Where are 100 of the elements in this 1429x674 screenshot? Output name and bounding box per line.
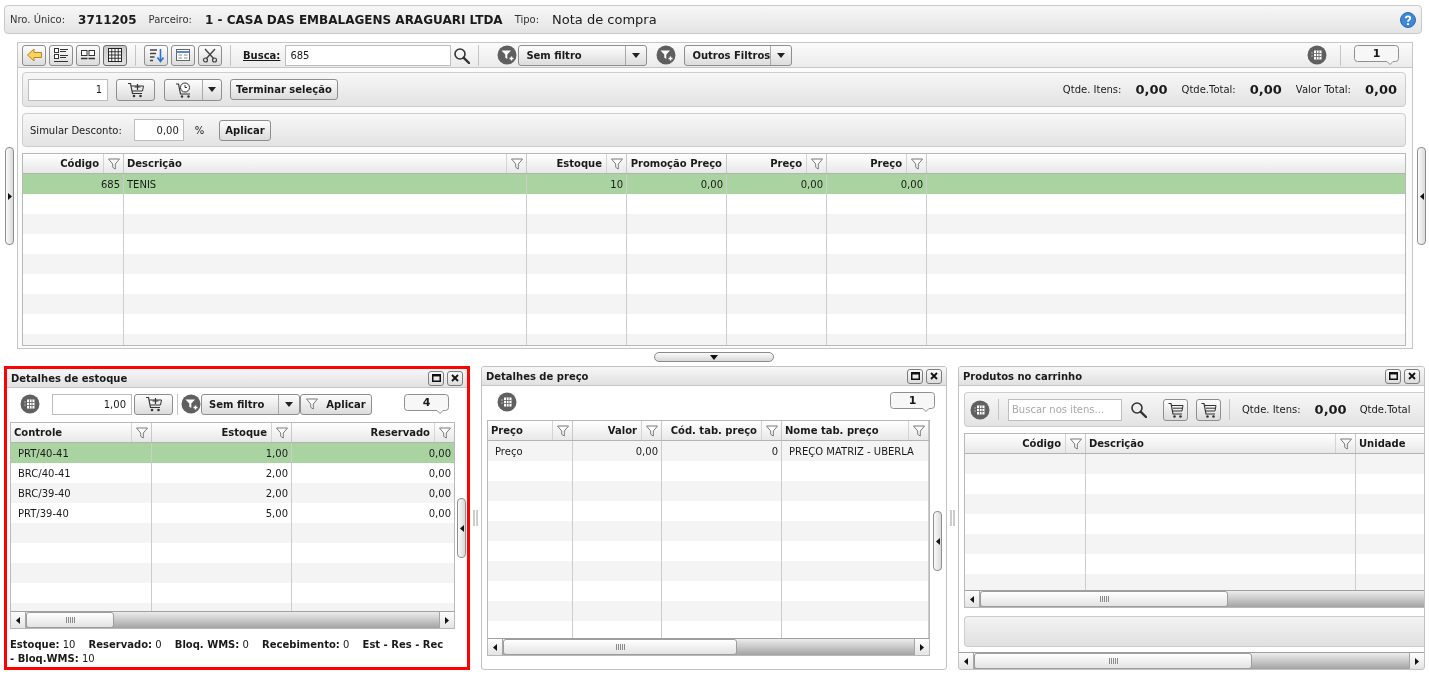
add-to-cart-button[interactable] — [134, 393, 173, 415]
table-row[interactable]: Preço 0,00 0 PREÇO MATRIZ - UBERLA — [488, 441, 929, 461]
scrollbar-thumb[interactable] — [503, 639, 737, 655]
view-mode-button[interactable] — [76, 44, 100, 66]
table-row[interactable]: 685 TENIS 10 0,00 0,00 0,00 — [23, 174, 1405, 194]
cart-button[interactable] — [1196, 398, 1221, 421]
column-header[interactable]: Valor — [573, 421, 662, 440]
view-mode-button[interactable] — [49, 44, 73, 66]
scroll-left-button[interactable] — [488, 639, 503, 655]
scroll-left-button[interactable] — [959, 653, 974, 669]
collapse-handle[interactable] — [654, 352, 774, 362]
scrollbar-thumb[interactable] — [974, 653, 1252, 669]
filter-add-icon[interactable] — [497, 45, 518, 65]
filter-dropdown[interactable]: Sem filtro — [518, 44, 648, 66]
grid-menu-icon[interactable] — [20, 394, 40, 414]
column-header[interactable]: Código — [965, 434, 1086, 453]
column-header[interactable]: Cód. tab. preço — [662, 421, 782, 440]
filter-icon[interactable] — [610, 157, 623, 170]
column-header[interactable]: Preço — [488, 421, 573, 440]
scroll-right-button[interactable] — [914, 639, 929, 655]
column-header[interactable]: Descrição — [1086, 434, 1356, 453]
quantity-input[interactable]: 1,00 — [52, 393, 132, 415]
collapse-handle[interactable] — [1417, 147, 1426, 245]
column-header[interactable]: Preço — [727, 154, 827, 173]
finish-selection-button[interactable]: Terminar seleção — [230, 79, 338, 100]
column-header[interactable]: Reservado — [292, 423, 454, 442]
apply-button[interactable]: Aplicar — [219, 119, 271, 141]
column-header[interactable]: Descrição — [124, 154, 527, 173]
filter-add-icon[interactable] — [181, 394, 201, 414]
filter-icon[interactable] — [912, 424, 925, 437]
field-label: Nro. Único: — [10, 12, 66, 27]
table-cell-text: 0,00 — [428, 506, 452, 521]
filter-icon[interactable] — [765, 424, 778, 437]
filter-icon[interactable] — [556, 424, 569, 437]
horizontal-scrollbar[interactable] — [965, 590, 1424, 607]
grid-menu-icon[interactable] — [970, 399, 990, 420]
table-row[interactable]: PRT/40-41 1,00 0,00 — [11, 443, 454, 463]
column-header[interactable]: Promoção Preço — [627, 154, 727, 173]
filter-icon[interactable] — [510, 157, 523, 170]
filter-dropdown[interactable]: Outros Filtros — [684, 44, 793, 66]
grid-menu-icon[interactable] — [497, 392, 517, 412]
apply-button[interactable]: Aplicar — [300, 393, 372, 415]
scroll-left-button[interactable] — [965, 591, 980, 607]
collapse-handle[interactable] — [5, 147, 14, 245]
help-icon[interactable] — [1400, 11, 1416, 28]
scroll-left-button[interactable] — [11, 612, 26, 628]
close-button[interactable] — [447, 370, 463, 386]
splitter-grip-icon[interactable] — [473, 510, 478, 526]
filter-icon[interactable] — [1069, 437, 1082, 450]
column-header[interactable]: Código — [23, 154, 124, 173]
filter-icon[interactable] — [275, 426, 288, 439]
total-value: 0,00 — [1364, 80, 1397, 99]
column-header[interactable]: Unidade — [1356, 434, 1424, 453]
add-to-cart-button[interactable] — [116, 78, 155, 101]
collapse-handle[interactable] — [457, 498, 466, 558]
horizontal-scrollbar[interactable] — [488, 638, 929, 655]
filter-icon[interactable] — [645, 424, 658, 437]
filter-dropdown[interactable]: Sem filtro — [201, 393, 300, 415]
table-cell-text: 10 — [610, 177, 624, 192]
column-header[interactable]: Controle — [11, 423, 152, 442]
scrollbar-thumb[interactable] — [980, 591, 1228, 607]
column-header[interactable]: Preço — [827, 154, 927, 173]
search-input[interactable]: 685 — [285, 44, 452, 66]
close-button[interactable] — [1404, 368, 1420, 384]
filter-icon[interactable] — [810, 157, 823, 170]
view-mode-button[interactable] — [103, 44, 127, 66]
cart-history-button[interactable] — [164, 78, 222, 101]
quantity-input[interactable]: 1 — [28, 78, 108, 101]
discount-input[interactable]: 0,00 — [133, 119, 184, 141]
search-icon[interactable] — [1130, 401, 1147, 418]
filter-add-icon[interactable] — [656, 45, 677, 65]
close-button[interactable] — [926, 368, 942, 384]
grid-menu-icon[interactable] — [1307, 45, 1327, 65]
grip-icon — [1108, 658, 1118, 664]
cart-search-input[interactable]: Buscar nos itens... — [1008, 398, 1122, 421]
column-header[interactable]: Estoque — [527, 154, 627, 173]
filter-icon[interactable] — [107, 157, 120, 170]
splitter-grip-icon[interactable] — [950, 510, 955, 526]
scroll-right-button[interactable] — [1409, 653, 1424, 669]
scrollbar-thumb[interactable] — [26, 612, 114, 628]
horizontal-scrollbar[interactable] — [11, 611, 454, 628]
filter-icon[interactable] — [438, 426, 451, 439]
tools-button[interactable] — [198, 44, 222, 66]
cart-button[interactable] — [1163, 398, 1188, 421]
column-header[interactable]: Nome tab. preço — [782, 421, 929, 440]
horizontal-scrollbar[interactable] — [959, 652, 1424, 669]
filter-icon[interactable] — [135, 426, 148, 439]
maximize-button[interactable] — [907, 368, 923, 384]
column-header[interactable]: Estoque — [152, 423, 292, 442]
sort-button[interactable] — [144, 44, 168, 66]
scroll-right-button[interactable] — [439, 612, 454, 628]
filter-icon[interactable] — [1339, 437, 1352, 450]
search-icon[interactable] — [453, 46, 471, 64]
filter-icon[interactable] — [910, 157, 923, 170]
maximize-button[interactable] — [1385, 368, 1401, 384]
caret-icon — [285, 401, 293, 407]
collapse-handle[interactable] — [933, 511, 942, 571]
maximize-button[interactable] — [428, 370, 444, 386]
table-row[interactable]: BRC/39-40 2,00 0,00 — [11, 483, 454, 503]
form-button[interactable] — [171, 44, 195, 66]
